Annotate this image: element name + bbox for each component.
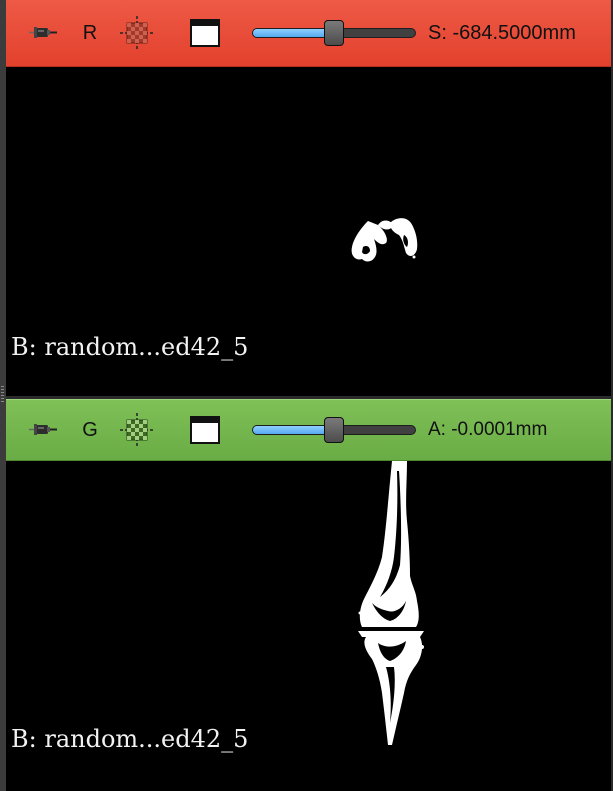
slider-fill [253, 29, 334, 37]
slice-offset-slider[interactable] [252, 417, 416, 443]
slider-fill [253, 426, 334, 434]
green-slice-view: G A: -0.0001mm B: random...ed42_5 [6, 399, 611, 791]
view-name-label: G [82, 418, 98, 441]
red-slice-view: R S: -684.5000mm B: random...ed42_5 [6, 0, 611, 396]
window-maximize-icon[interactable] [190, 416, 220, 444]
slider-handle[interactable] [324, 417, 344, 443]
background-volume-label: B: random...ed42_5 [11, 725, 249, 753]
pin-icon[interactable] [28, 418, 58, 442]
layer-grid-icon[interactable] [120, 413, 154, 447]
background-volume-label: B: random...ed42_5 [11, 333, 249, 361]
splitter-grip-icon[interactable] [1, 386, 4, 404]
slice-offset-label: A: -0.0001mm [428, 419, 548, 440]
red-slice-controller-bar: R S: -684.5000mm [6, 0, 611, 67]
view-name-label: R [82, 21, 98, 44]
window-maximize-icon[interactable] [190, 19, 220, 47]
red-slice-image[interactable]: B: random...ed42_5 [6, 67, 611, 396]
pin-icon[interactable] [28, 21, 58, 45]
slice-offset-slider[interactable] [252, 20, 416, 46]
green-slice-image[interactable]: B: random...ed42_5 [6, 461, 611, 791]
slider-handle[interactable] [324, 20, 344, 46]
slice-offset-label: S: -684.5000mm [428, 21, 576, 44]
layer-grid-icon[interactable] [120, 16, 154, 50]
green-slice-controller-bar: G A: -0.0001mm [6, 399, 611, 461]
slice-views-panel: R S: -684.5000mm B: random...ed42_5 G A:… [0, 0, 613, 791]
